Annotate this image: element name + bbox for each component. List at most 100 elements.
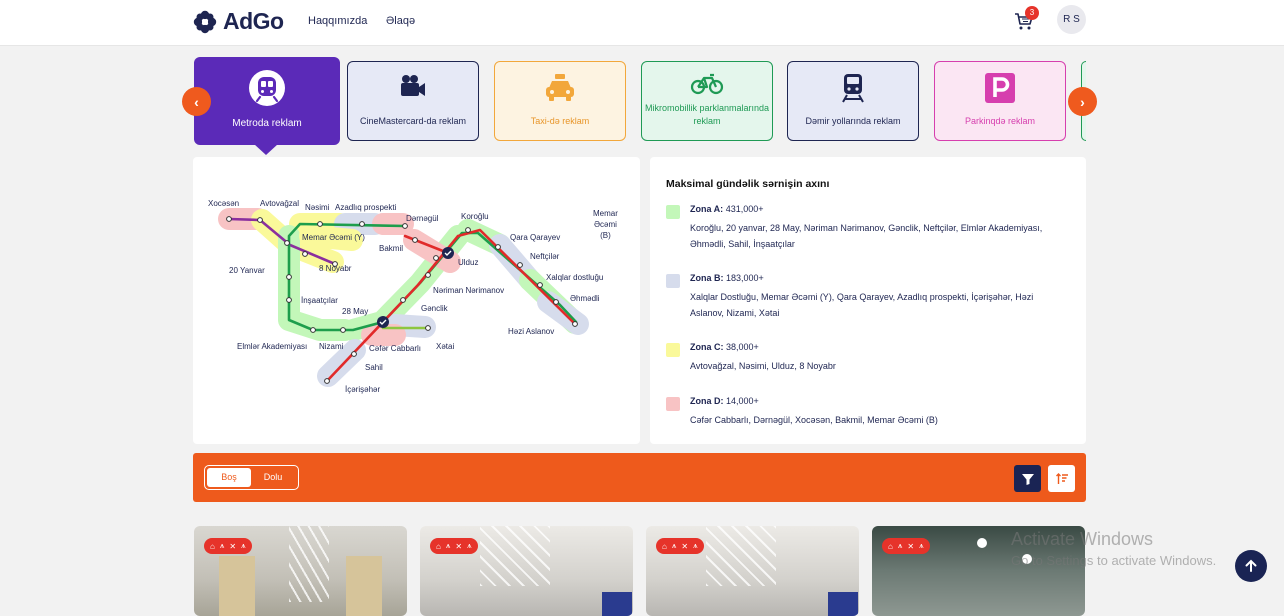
user-avatar[interactable]: R S	[1057, 5, 1086, 34]
station-label: Dərnəgül	[406, 214, 439, 223]
metro-icon: ⩚	[445, 541, 451, 550]
category-label: Mikromobillik parklanmalarında reklam	[644, 103, 770, 126]
zone-stations: Koroğlu, 20 yanvar, 28 May, Nəriman Nəri…	[690, 223, 1043, 249]
price-tag-icon: ⌂	[662, 541, 667, 551]
card-tags: ⌂ ⩚ ✕ ⩚	[204, 538, 252, 554]
station-label: Nəriman Nərimanov	[433, 286, 505, 295]
ad-card[interactable]: ⌂ ⩚ ✕ ⩚	[646, 526, 859, 616]
filter-button[interactable]	[1014, 465, 1041, 492]
category-railway[interactable]: Dəmir yollarında reklam	[787, 61, 919, 141]
carousel-prev-button[interactable]: ‹	[182, 87, 211, 116]
station-label: Sahil	[365, 363, 383, 372]
station-label: Koroğlu	[461, 212, 489, 221]
zone-value: 38,000+	[726, 342, 759, 352]
category-cinema[interactable]: CineMastercard-da reklam	[347, 61, 479, 141]
station-label: Bakmil	[379, 244, 404, 253]
billboard	[602, 592, 632, 616]
zone-value: 431,000+	[725, 204, 764, 214]
zone-value: 183,000+	[726, 273, 764, 283]
nav-about[interactable]: Haqqımızda	[308, 15, 367, 27]
zone-c-swatch	[666, 343, 680, 357]
station-label: Həzi Aslanov	[508, 327, 555, 336]
category-label: Taxi-də reklam	[530, 116, 590, 126]
scroll-top-button[interactable]	[1235, 550, 1267, 582]
metro-icon: ⩚	[467, 541, 472, 550]
station-label: Avtovağzal	[260, 199, 299, 208]
category-parking[interactable]: Parkinqdə reklam	[934, 61, 1066, 141]
arrow-up-icon	[1245, 559, 1257, 572]
station-label: Elmlər Akademiyası	[237, 342, 308, 351]
tools-icon: ✕	[907, 541, 915, 551]
category-metro[interactable]: Metroda reklam	[194, 57, 340, 155]
station-ceiling	[706, 526, 776, 586]
zone-b-swatch	[666, 274, 680, 288]
category-label: Parkinqdə reklam	[964, 116, 1036, 126]
zone-stations: Cəfər Cabbarlı, Dərnəgül, Xocəsən, Bakmi…	[690, 415, 938, 425]
station-label: Memar Əcəmi (B)	[593, 209, 618, 240]
metro-icon: ⩚	[241, 541, 246, 550]
filter-icon	[1021, 473, 1034, 485]
carousel-next-button[interactable]: ›	[1068, 87, 1097, 116]
price-tag-icon: ⌂	[210, 541, 215, 551]
ceiling-light	[977, 538, 987, 548]
station-label: 20 Yanvar	[229, 266, 265, 275]
metro-icon: ⩚	[919, 541, 924, 550]
station-label: Nizami	[319, 342, 344, 351]
category-micromobility[interactable]: Mikromobillik parklanmalarında reklam	[641, 61, 773, 141]
zones-title: Maksimal gündəlik sərnişin axını	[666, 178, 830, 190]
logo[interactable]: AdGo	[193, 8, 284, 35]
price-tag-icon: ⌂	[436, 541, 441, 551]
active-pointer	[254, 144, 278, 155]
price-tag-icon: ⌂	[888, 541, 893, 551]
station-ceiling	[289, 526, 329, 602]
tools-icon: ✕	[681, 541, 689, 551]
tools-icon: ✕	[455, 541, 463, 551]
windows-watermark-title: Activate Windows	[1011, 529, 1154, 549]
category-taxi[interactable]: Taxi-də reklam	[494, 61, 626, 141]
zone-value: 14,000+	[726, 396, 759, 406]
sort-button[interactable]	[1048, 465, 1075, 492]
bicycle-icon	[690, 73, 724, 95]
station-label: İnşaatçılar	[301, 296, 338, 305]
filter-bar: Boş Dolu	[193, 453, 1086, 502]
brand-name: AdGo	[223, 8, 284, 34]
category-label: Dəmir yollarında reklam	[805, 116, 901, 126]
station-label: Xalqlar dostluğu	[546, 273, 604, 282]
metro-icon: ⩚	[693, 541, 698, 550]
chevron-right-icon: ›	[1080, 93, 1085, 110]
category-label: Metroda reklam	[232, 118, 302, 129]
availability-toggle: Boş Dolu	[204, 465, 299, 490]
sort-icon	[1055, 472, 1068, 484]
station-label: İçərişəhər	[345, 385, 381, 394]
taxi-icon	[546, 74, 574, 101]
category-label: CineMastercard-da reklam	[359, 116, 467, 126]
cart-count-badge: 3	[1025, 6, 1039, 20]
flower-logo-icon	[193, 10, 217, 33]
station-label: Qara Qarayev	[510, 233, 561, 242]
card-tags: ⌂ ⩚ ✕ ⩚	[656, 538, 704, 554]
windows-watermark-subtitle: Go to Settings to activate Windows.	[1011, 553, 1217, 568]
station-label: 8 Noyabr	[319, 264, 352, 273]
zone-name: Zona C:	[690, 342, 724, 352]
station-pillar	[346, 556, 382, 616]
ad-card[interactable]: ⌂ ⩚ ✕ ⩚	[420, 526, 633, 616]
zone-name: Zona A:	[690, 204, 724, 214]
metro-icon: ⩚	[897, 541, 903, 550]
station-label: 28 May	[342, 307, 369, 316]
chevron-left-icon: ‹	[194, 93, 199, 110]
ad-card[interactable]: ⌂ ⩚ ✕ ⩚	[194, 526, 407, 616]
toggle-empty[interactable]: Boş	[207, 468, 251, 487]
station-label: Cəfər Cabbarlı	[369, 344, 422, 353]
zone-stations: Xalqlar Dostluğu, Memar Əcəmi (Y), Qara …	[690, 292, 1034, 318]
station-label: Neftçilər	[530, 252, 560, 261]
nav-contact[interactable]: Əlaqə	[386, 15, 415, 27]
station-pillar	[219, 556, 255, 616]
video-camera-icon	[401, 75, 425, 96]
zone-d-swatch	[666, 397, 680, 411]
station-label: Ulduz	[458, 258, 479, 267]
station-label: Nəsimi	[305, 203, 330, 212]
tools-icon: ✕	[229, 541, 237, 551]
toggle-full[interactable]: Dolu	[251, 468, 295, 487]
metro-train-icon	[249, 70, 285, 106]
parking-icon	[985, 73, 1015, 103]
